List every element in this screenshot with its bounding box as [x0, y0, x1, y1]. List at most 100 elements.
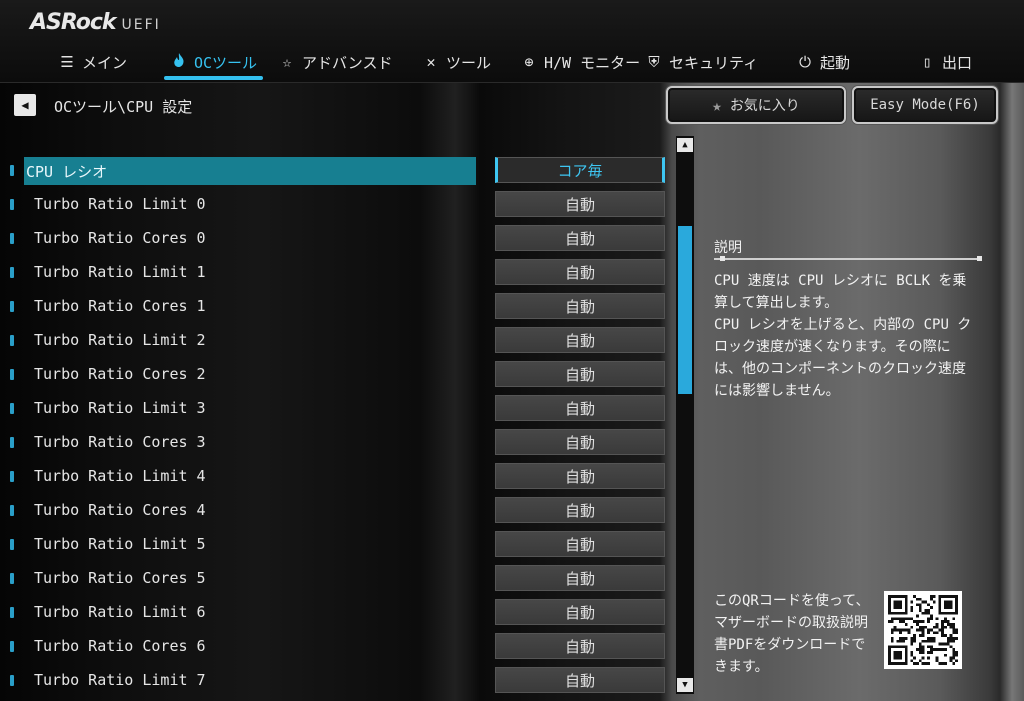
setting-value-dropdown[interactable]: 自動 — [495, 327, 665, 353]
setting-value-dropdown[interactable]: 自動 — [495, 395, 665, 421]
favorites-label: お気に入り — [729, 98, 800, 114]
setting-value-dropdown[interactable]: 自動 — [495, 463, 665, 489]
triangle-up-icon: ▲ — [682, 140, 688, 150]
setting-label: Turbo Ratio Limit 0 — [34, 195, 206, 213]
tab-main-label: メイン — [82, 53, 128, 72]
top-bar: ASRock UEFI ☰ メイン OCツール ☆ アドバンスド ✕ ツール ⊕ … — [0, 0, 1024, 83]
setting-value-dropdown[interactable]: 自動 — [495, 429, 665, 455]
setting-value-dropdown[interactable]: 自動 — [495, 633, 665, 659]
setting-row[interactable]: Turbo Ratio Limit 6 自動 — [0, 599, 680, 627]
easy-mode-button[interactable]: Easy Mode(F6) — [852, 86, 998, 124]
tab-tools[interactable]: ✕ ツール — [422, 48, 491, 76]
row-marker-icon — [10, 437, 14, 448]
setting-label: Turbo Ratio Limit 2 — [34, 331, 206, 349]
setting-value-dropdown[interactable]: 自動 — [495, 565, 665, 591]
crosshair-icon: ⊕ — [524, 53, 534, 71]
setting-row[interactable]: Turbo Ratio Limit 4 自動 — [0, 463, 680, 491]
back-button[interactable]: ◀ — [14, 94, 36, 116]
list-icon: ☰ — [60, 53, 74, 71]
tab-security[interactable]: ⛨ セキュリティ — [645, 48, 758, 76]
setting-label: Turbo Ratio Cores 6 — [34, 637, 206, 655]
row-marker-icon — [10, 505, 14, 516]
tab-oc-tools[interactable]: OCツール — [163, 48, 264, 80]
tab-boot-label: 起動 — [820, 53, 851, 72]
asrock-logo: ASRock UEFI — [30, 10, 161, 36]
breadcrumb: OCツール\CPU 設定 — [54, 98, 193, 116]
flame-icon — [170, 53, 188, 71]
scroll-up-button[interactable]: ▲ — [677, 138, 693, 152]
exit-door-icon: ▯ — [922, 53, 932, 71]
row-marker-icon — [10, 539, 14, 550]
tab-tools-label: ツール — [446, 53, 492, 72]
logo-suffix: UEFI — [121, 17, 161, 33]
tab-exit-label: 出口 — [942, 53, 973, 72]
setting-value-dropdown[interactable]: 自動 — [495, 531, 665, 557]
setting-label: Turbo Ratio Cores 3 — [34, 433, 206, 451]
setting-value-dropdown[interactable]: 自動 — [495, 497, 665, 523]
setting-value-dropdown[interactable]: コア毎 — [495, 157, 665, 183]
setting-row[interactable]: Turbo Ratio Cores 1 自動 — [0, 293, 680, 321]
main-nav: ☰ メイン OCツール ☆ アドバンスド ✕ ツール ⊕ H/W モニター ⛨ … — [0, 48, 1024, 80]
description-title: 説明 — [714, 240, 742, 256]
setting-row[interactable]: Turbo Ratio Limit 3 自動 — [0, 395, 680, 423]
setting-value-dropdown[interactable]: 自動 — [495, 225, 665, 251]
setting-row[interactable]: CPU レシオ コア毎 — [0, 157, 680, 185]
setting-value-dropdown[interactable]: 自動 — [495, 599, 665, 625]
chevron-left-icon: ◀ — [21, 98, 29, 112]
setting-row[interactable]: Turbo Ratio Cores 3 自動 — [0, 429, 680, 457]
setting-value-dropdown[interactable]: 自動 — [495, 361, 665, 387]
setting-row[interactable]: Turbo Ratio Limit 1 自動 — [0, 259, 680, 287]
row-marker-icon — [10, 607, 14, 618]
row-marker-icon — [10, 403, 14, 414]
setting-label: Turbo Ratio Limit 5 — [34, 535, 206, 553]
logo-text: ASRock — [30, 10, 117, 35]
setting-row[interactable]: Turbo Ratio Limit 0 自動 — [0, 191, 680, 219]
row-marker-icon — [10, 335, 14, 346]
row-marker-icon — [10, 641, 14, 652]
easy-mode-label: Easy Mode(F6) — [870, 97, 980, 113]
tab-hw-monitor-label: H/W モニター — [544, 53, 641, 72]
scrollbar-track[interactable] — [676, 136, 694, 694]
setting-label: Turbo Ratio Limit 6 — [34, 603, 206, 621]
setting-label: Turbo Ratio Limit 1 — [34, 263, 206, 281]
setting-row[interactable]: Turbo Ratio Cores 0 自動 — [0, 225, 680, 253]
row-marker-icon — [10, 199, 14, 210]
setting-row[interactable]: Turbo Ratio Limit 2 自動 — [0, 327, 680, 355]
tab-boot[interactable]: ⏻ 起動 — [796, 48, 850, 76]
setting-label: Turbo Ratio Cores 5 — [34, 569, 206, 587]
setting-value-dropdown[interactable]: 自動 — [495, 667, 665, 693]
setting-value-dropdown[interactable]: 自動 — [495, 293, 665, 319]
setting-row[interactable]: Turbo Ratio Limit 5 自動 — [0, 531, 680, 559]
setting-row[interactable]: Turbo Ratio Cores 5 自動 — [0, 565, 680, 593]
setting-label: Turbo Ratio Limit 7 — [34, 671, 206, 689]
star-icon: ☆ — [282, 53, 292, 71]
row-marker-icon — [10, 675, 14, 686]
scroll-down-button[interactable]: ▼ — [677, 678, 693, 692]
row-marker-icon — [10, 471, 14, 482]
description-text: CPU 速度は CPU レシオに BCLK を乗算して算出します。 CPU レシ… — [714, 273, 972, 399]
tab-main[interactable]: ☰ メイン — [58, 48, 127, 76]
tab-advanced[interactable]: ☆ アドバンスド — [278, 48, 392, 76]
setting-value-dropdown[interactable]: 自動 — [495, 191, 665, 217]
setting-label: CPU レシオ — [26, 163, 108, 181]
row-marker-icon — [10, 267, 14, 278]
qr-code-icon — [884, 591, 962, 669]
setting-label: Turbo Ratio Cores 2 — [34, 365, 206, 383]
tab-exit[interactable]: ▯ 出口 — [918, 48, 972, 76]
setting-row[interactable]: Turbo Ratio Cores 6 自動 — [0, 633, 680, 661]
description-divider — [714, 256, 982, 261]
scrollbar-thumb[interactable] — [678, 226, 692, 394]
setting-row[interactable]: Turbo Ratio Cores 4 自動 — [0, 497, 680, 525]
setting-row[interactable]: Turbo Ratio Cores 2 自動 — [0, 361, 680, 389]
qr-description: このQRコードを使って、マザーボードの取扱説明書PDFをダウンロードできます。 — [714, 593, 870, 675]
setting-label: Turbo Ratio Cores 4 — [34, 501, 206, 519]
setting-label: Turbo Ratio Limit 3 — [34, 399, 206, 417]
triangle-down-icon: ▼ — [682, 680, 688, 690]
setting-row[interactable]: Turbo Ratio Limit 7 自動 — [0, 667, 680, 695]
setting-value-dropdown[interactable]: 自動 — [495, 259, 665, 285]
tools-icon: ✕ — [426, 53, 436, 71]
favorites-button[interactable]: ★ お気に入り — [666, 86, 846, 124]
row-marker-icon — [10, 233, 14, 244]
tab-hw-monitor[interactable]: ⊕ H/W モニター — [520, 48, 640, 76]
row-marker-icon — [10, 369, 14, 380]
